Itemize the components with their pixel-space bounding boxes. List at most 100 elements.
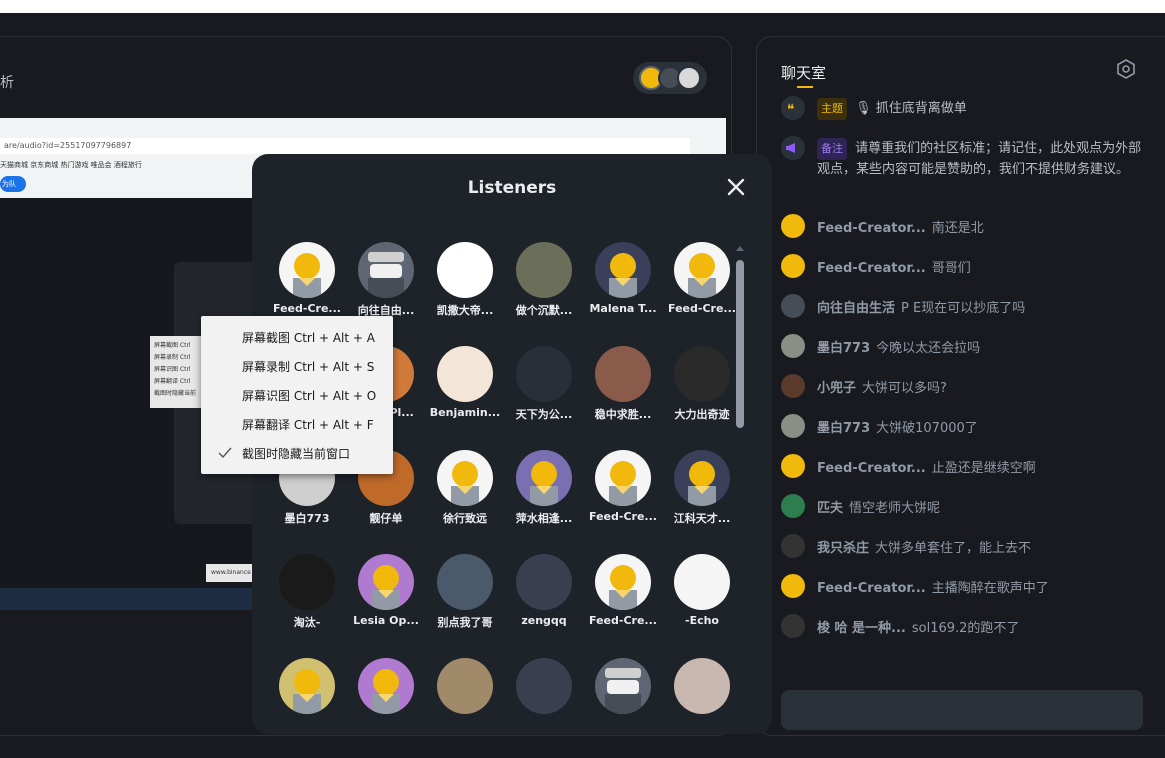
listener-item[interactable]: 萍水相逢... [504,450,584,550]
chat-avatar[interactable] [781,414,805,438]
scroll-up-arrow[interactable] [736,246,744,251]
chat-username[interactable]: 梭 哈 是一种... [817,621,906,636]
chat-topic: ❝ 主题 🎙 抓住底背离做单 [781,96,1141,120]
chat-text: 今晚以太还会拉吗 [876,341,981,356]
chat-avatar[interactable] [781,494,805,518]
listener-item[interactable] [662,658,742,758]
listener-item[interactable]: Feed-Cre... [662,242,742,342]
default-avatar-icon [609,461,637,506]
chat-avatar[interactable] [781,574,805,598]
menu-item-screenshot[interactable]: 屏幕截图 Ctrl + Alt + A [242,329,375,349]
listener-item[interactable] [425,658,505,758]
chat-avatar[interactable] [781,334,805,358]
chat-note: 备注 请尊重我们的社区标准；请记住，此处观点为外部观点，某些内容可能是赞助的，我… [781,136,1141,200]
listener-item[interactable]: Lesia Op... [346,554,426,654]
listener-item[interactable]: 做个沉默... [504,242,584,342]
listener-name: 徐行致远 [443,512,487,525]
listener-avatar [358,658,414,714]
listener-item[interactable]: 别点我了哥 [425,554,505,654]
chat-message: Feed-Creator... 南还是北 [781,214,1161,238]
note-badge: 备注 [817,138,847,160]
listener-item[interactable]: 江科天才... [662,450,742,550]
listener-item[interactable]: 大力出奇迹 [662,346,742,446]
listener-name: -Echo [685,614,719,627]
listener-item[interactable]: Feed-Cre... [583,450,663,550]
listener-avatar [437,450,493,506]
listener-item[interactable] [346,658,426,758]
chat-avatar[interactable] [781,254,805,278]
listener-name: Malena T... [589,302,657,315]
listener-avatar [674,450,730,506]
listener-item[interactable]: 天下为公... [504,346,584,446]
listener-item[interactable]: 淘汰- [267,554,347,654]
check-icon [218,447,232,459]
chat-avatar[interactable] [781,454,805,478]
scrollbar-thumb[interactable] [736,260,744,428]
listener-avatar [279,242,335,298]
listener-avatar [516,658,572,714]
listener-item[interactable]: Malena T... [583,242,663,342]
chat-username[interactable]: 向往自由生活 [817,301,895,316]
chat-username[interactable]: Feed-Creator... [817,261,926,276]
chat-text: 哥哥们 [931,261,971,276]
chat-input[interactable] [781,690,1143,730]
listener-item[interactable]: zengqq [504,554,584,654]
chat-avatar[interactable] [781,294,805,318]
listener-item[interactable]: Benjamin... [425,346,505,446]
chat-username[interactable]: Feed-Creator... [817,221,926,236]
chat-text: 南还是北 [931,221,984,236]
chat-username[interactable]: 墨白773 [817,341,870,356]
chat-username[interactable]: 小兜子 [817,381,856,396]
listener-name: 稳中求胜... [594,408,652,421]
chat-username[interactable]: Feed-Creator... [817,461,926,476]
chat-avatar[interactable] [781,534,805,558]
chat-avatar[interactable] [781,614,805,638]
menu-item-record[interactable]: 屏幕录制 Ctrl + Alt + S [242,358,374,378]
listener-item[interactable] [583,658,663,758]
chat-title-underline [797,86,813,88]
chat-message: 向往自由生活 P E现在可以抄底了吗 [781,294,1161,318]
listener-name: Lesia Op... [353,614,419,627]
listener-avatar [437,658,493,714]
chat-text: P E现在可以抄底了吗 [901,301,1026,316]
chat-username[interactable]: 匹夫 [817,501,843,516]
megaphone-icon [781,136,805,160]
chat-avatar[interactable] [781,374,805,398]
listener-item[interactable] [267,658,347,758]
listener-item[interactable]: Feed-Cre... [583,554,663,654]
listener-item[interactable] [504,658,584,758]
chat-message: 墨白773 大饼破107000了 [781,414,1161,438]
default-avatar-icon [609,565,637,610]
speaker-avatars[interactable] [633,62,707,94]
menu-item-ocr[interactable]: 屏幕识图 Ctrl + Alt + O [242,387,376,407]
chat-message: 墨白773 今晚以太还会拉吗 [781,334,1161,358]
menu-item-translate[interactable]: 屏幕翻译 Ctrl + Alt + F [242,416,374,436]
listener-name: Benjamin... [429,406,501,419]
chat-message: Feed-Creator... 止盈还是继续空啊 [781,454,1161,478]
bookmarks-bar: 天猫商城 京东商城 热门游戏 唯品会 酒程旅行 [0,161,142,169]
chat-message: 我只杀庄 大饼多单套住了，能上去不 [781,534,1161,558]
listener-name: Feed-Cre... [273,302,341,315]
listener-name: Feed-Cre... [589,614,657,627]
menu-item-hide-window[interactable]: 截图时隐藏当前窗口 [242,445,350,465]
listener-item[interactable]: -Echo [662,554,742,654]
modal-title: Listeners [467,178,557,198]
listener-avatar [674,658,730,714]
listener-avatar [358,242,414,298]
chat-avatar[interactable] [781,214,805,238]
chat-message: Feed-Creator... 哥哥们 [781,254,1161,278]
listener-avatar [674,554,730,610]
close-icon[interactable] [724,175,748,199]
default-avatar-icon [372,565,400,610]
settings-hex-icon[interactable] [1116,59,1136,79]
chat-username[interactable]: 我只杀庄 [817,541,869,556]
topic-text: 抓住底背离做单 [875,101,967,116]
listener-item[interactable]: 凯撒大帝... [425,242,505,342]
listener-avatar [358,554,414,610]
listener-avatar [437,242,493,298]
listener-item[interactable]: 稳中求胜... [583,346,663,446]
pin-icon: 🎙 [855,101,872,116]
chat-username[interactable]: Feed-Creator... [817,581,926,596]
chat-username[interactable]: 墨白773 [817,421,870,436]
listener-item[interactable]: 徐行致远 [425,450,505,550]
